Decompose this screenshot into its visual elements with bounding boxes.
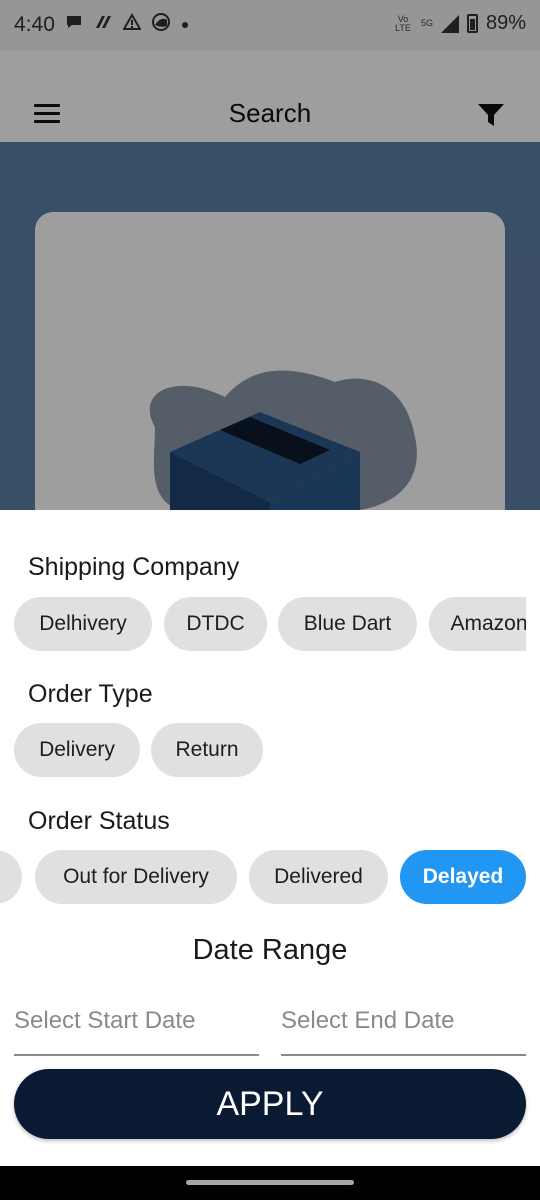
- home-gesture-handle[interactable]: [186, 1180, 354, 1185]
- system-nav-bar: [0, 1166, 540, 1200]
- apply-button[interactable]: APPLY: [14, 1069, 526, 1139]
- chip-dtdc[interactable]: DTDC: [164, 597, 267, 651]
- shipping-company-chips: Delhivery DTDC Blue Dart Amazon: [0, 597, 526, 653]
- chip-return[interactable]: Return: [151, 723, 263, 777]
- order-status-chips: Out for Delivery Delivered Delayed: [0, 850, 526, 906]
- chip-partial[interactable]: [0, 850, 22, 904]
- chip-delivered[interactable]: Delivered: [249, 850, 388, 904]
- chip-delivery[interactable]: Delivery: [14, 723, 140, 777]
- start-date-input[interactable]: [14, 990, 259, 1052]
- chip-out-for-delivery[interactable]: Out for Delivery: [35, 850, 237, 904]
- chip-delhivery[interactable]: Delhivery: [14, 597, 152, 651]
- filter-bottom-sheet: Shipping Company Delhivery DTDC Blue Dar…: [0, 510, 540, 1166]
- chip-amazon[interactable]: Amazon: [429, 597, 526, 651]
- shipping-company-title: Shipping Company: [28, 553, 240, 581]
- order-type-chips: Delivery Return: [0, 723, 526, 779]
- order-type-title: Order Type: [28, 680, 153, 708]
- start-date-field: [14, 990, 259, 1056]
- date-range-title: Date Range: [192, 934, 348, 966]
- order-status-title: Order Status: [28, 807, 170, 835]
- chip-delayed[interactable]: Delayed: [400, 850, 526, 904]
- chip-blue-dart[interactable]: Blue Dart: [278, 597, 417, 651]
- end-date-input[interactable]: [281, 990, 526, 1052]
- end-date-field: [281, 990, 526, 1056]
- modal-scrim[interactable]: [0, 0, 540, 512]
